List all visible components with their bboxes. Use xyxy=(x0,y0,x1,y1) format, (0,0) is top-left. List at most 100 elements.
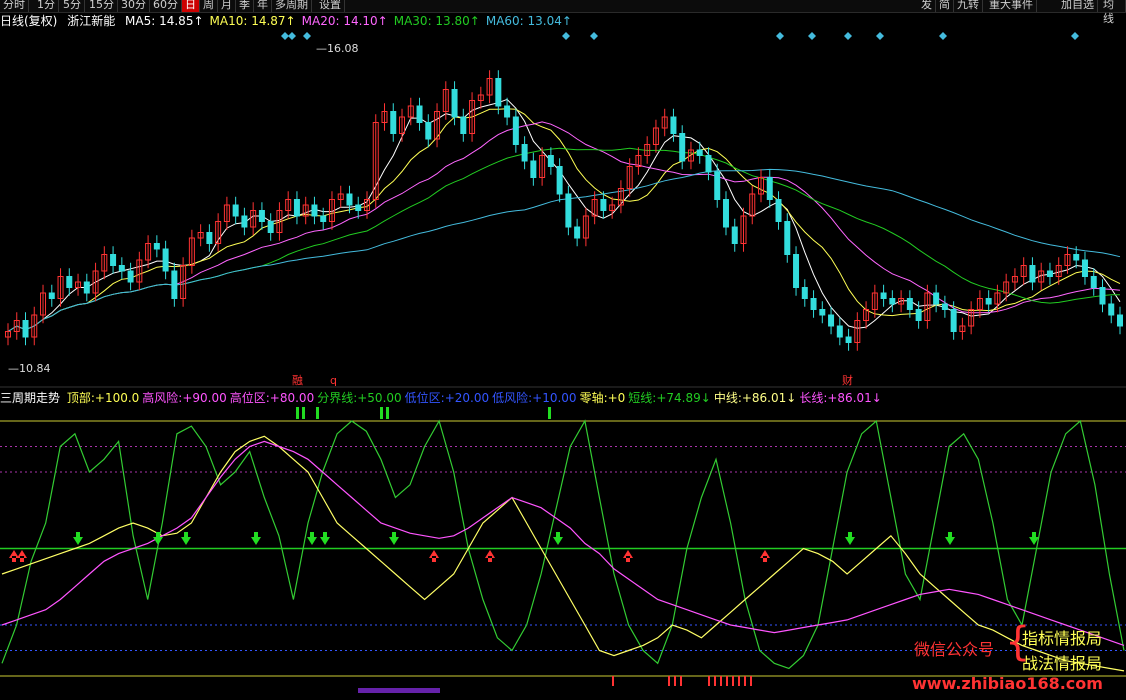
bottom-signal-bar-6 xyxy=(720,676,722,686)
indicator-line-0 xyxy=(1,419,1125,670)
candle-body xyxy=(355,204,362,211)
candle-body xyxy=(48,292,55,299)
top-signal-bar-1 xyxy=(302,407,305,419)
bottom-signal-bar-2 xyxy=(674,676,676,686)
candle-body xyxy=(460,116,467,134)
candle-body xyxy=(801,287,808,299)
event-diamond-5 xyxy=(776,32,784,40)
candle-body xyxy=(83,281,90,294)
sell-arrow-9 xyxy=(945,532,955,545)
watermark-wechat: 微信公众号 xyxy=(914,640,995,659)
candle-body xyxy=(1081,259,1088,277)
candle-body xyxy=(722,199,729,228)
candle-body xyxy=(171,270,178,299)
candle-body xyxy=(565,193,572,228)
candle-body xyxy=(1029,265,1036,283)
event-label-2: 财 xyxy=(842,373,853,387)
bottom-signal-bar-7 xyxy=(726,676,728,686)
sell-arrow-2 xyxy=(181,532,191,545)
candle-body xyxy=(1046,270,1053,277)
event-diamond-10 xyxy=(1071,32,1079,40)
candle-body xyxy=(915,309,922,321)
candle-body xyxy=(784,221,791,255)
candle-body xyxy=(600,199,607,211)
candle-body xyxy=(127,270,134,283)
bottom-signal-bar-3 xyxy=(680,676,682,686)
bottom-band xyxy=(358,688,440,693)
sell-arrow-4 xyxy=(307,532,317,545)
candle-body xyxy=(258,210,265,222)
buy-arrow-1 xyxy=(17,550,27,562)
candle-body xyxy=(880,292,887,299)
top-signal-bar-5 xyxy=(548,407,551,419)
event-diamond-1 xyxy=(288,32,296,40)
candle-body xyxy=(556,166,563,195)
buy-arrow-2 xyxy=(429,550,439,562)
event-diamond-0 xyxy=(281,32,289,40)
candle-body xyxy=(530,160,537,178)
event-diamond-3 xyxy=(562,32,570,40)
sell-arrow-5 xyxy=(320,532,330,545)
candle-body xyxy=(845,336,852,343)
candle-body xyxy=(1090,276,1097,288)
event-diamond-7 xyxy=(844,32,852,40)
candle-body xyxy=(416,105,423,123)
event-diamond-8 xyxy=(876,32,884,40)
candle-body xyxy=(828,314,835,327)
event-diamond-2 xyxy=(303,32,311,40)
event-label-0: 融 xyxy=(292,374,303,387)
buy-arrow-3 xyxy=(485,550,495,562)
sell-arrow-0 xyxy=(73,532,83,545)
candle-body xyxy=(985,298,992,305)
sell-arrow-7 xyxy=(553,532,563,545)
watermark-line2: 战法情报局 xyxy=(1022,654,1103,673)
sell-arrow-3 xyxy=(251,532,261,545)
candle-body xyxy=(1099,287,1106,305)
candle-body xyxy=(521,144,528,162)
buy-arrow-0 xyxy=(9,550,19,562)
candle-body xyxy=(836,325,843,338)
candle-body xyxy=(1073,254,1080,261)
candle-body xyxy=(311,204,318,217)
candle-body xyxy=(110,254,117,266)
sell-arrow-6 xyxy=(389,532,399,545)
sell-arrow-8 xyxy=(845,532,855,545)
candle-body xyxy=(206,232,213,244)
candle-body xyxy=(906,298,913,310)
candle-body xyxy=(267,221,274,233)
candle-body xyxy=(714,171,721,200)
candle-body xyxy=(950,309,957,332)
candle-body xyxy=(118,265,125,272)
top-signal-bar-4 xyxy=(386,407,389,419)
candle-body xyxy=(153,243,160,250)
candle-body xyxy=(933,292,940,305)
candle-body xyxy=(320,215,327,222)
buy-arrow-4 xyxy=(623,550,633,562)
top-signal-bar-2 xyxy=(316,407,319,419)
event-diamond-9 xyxy=(939,32,947,40)
candle-body xyxy=(547,155,554,167)
candle-body xyxy=(1108,303,1115,316)
candle-body xyxy=(810,298,817,310)
bottom-signal-bar-9 xyxy=(738,676,740,686)
candle-body xyxy=(696,149,703,156)
buy-arrow-5 xyxy=(760,550,770,562)
candle-body xyxy=(512,116,519,145)
candle-body xyxy=(162,248,169,272)
candle-body xyxy=(390,111,397,134)
candle-body xyxy=(451,89,458,118)
top-signal-bar-3 xyxy=(380,407,383,419)
bottom-signal-bar-1 xyxy=(668,676,670,686)
candle-body xyxy=(793,254,800,288)
candle-body xyxy=(66,276,73,288)
candle-body xyxy=(293,199,300,217)
chart-canvas[interactable]: —16.08 —10.84 融 q 财 xyxy=(0,0,1126,700)
candle-body xyxy=(766,177,773,200)
candle-body xyxy=(731,226,738,244)
candle-body xyxy=(819,309,826,316)
candle-body xyxy=(574,226,581,239)
candle-body xyxy=(346,193,353,206)
bottom-signal-bar-11 xyxy=(750,676,752,686)
event-label-1: q xyxy=(330,374,337,387)
top-signal-bar-0 xyxy=(296,407,299,419)
